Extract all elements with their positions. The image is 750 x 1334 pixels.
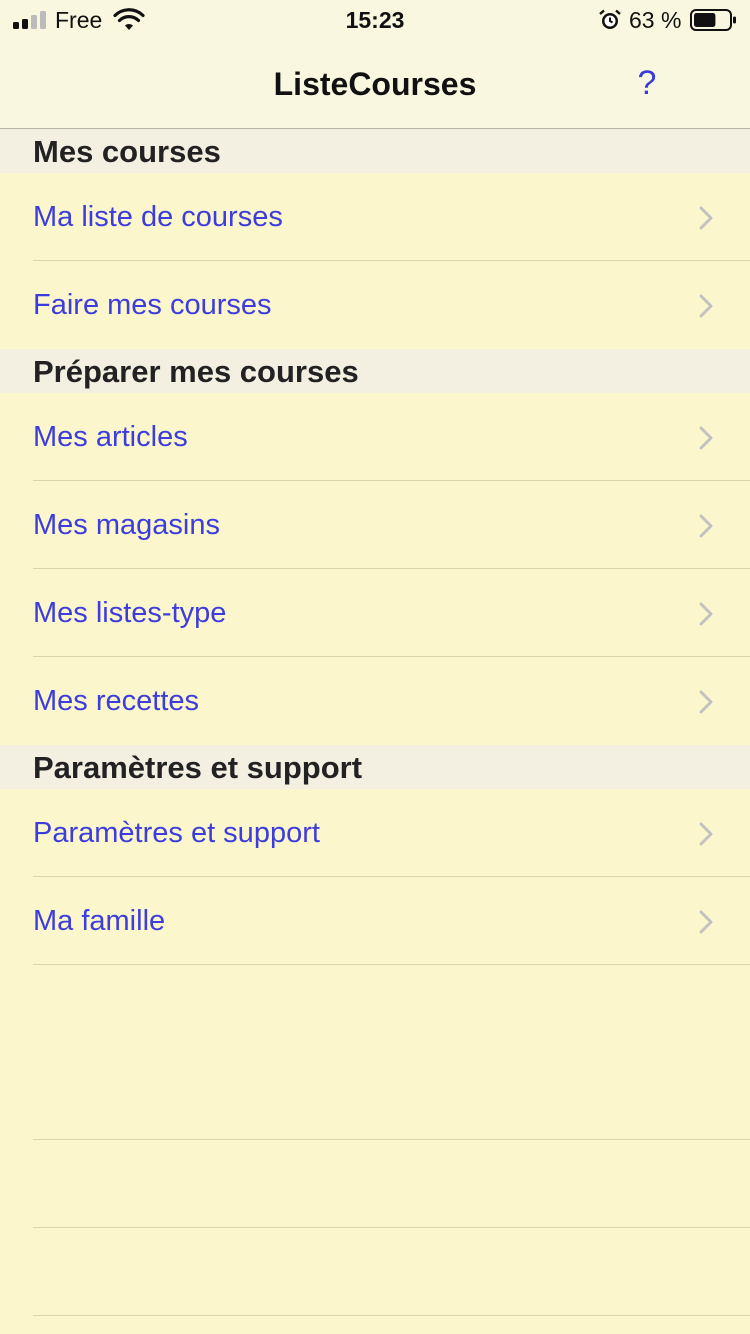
menu-item-label: Paramètres et support bbox=[33, 817, 320, 849]
section-header-preparer-mes-courses: Préparer mes courses bbox=[0, 349, 750, 393]
row-divider bbox=[33, 964, 750, 965]
menu-item-label: Mes articles bbox=[33, 421, 188, 453]
chevron-right-icon bbox=[699, 602, 713, 626]
menu-item-label: Ma liste de courses bbox=[33, 201, 283, 233]
menu-item-mes-magasins[interactable]: Mes magasins bbox=[0, 481, 750, 569]
chevron-right-icon bbox=[699, 822, 713, 846]
menu-item-ma-famille[interactable]: Ma famille bbox=[0, 877, 750, 965]
menu-item-parametres-et-support[interactable]: Paramètres et support bbox=[0, 789, 750, 877]
screen: Free 15:23 63 % ListeCourses ? Mes cours… bbox=[0, 0, 750, 1334]
menu-item-label: Faire mes courses bbox=[33, 289, 272, 321]
section-header-parametres-et-support: Paramètres et support bbox=[0, 745, 750, 789]
empty-row-divider bbox=[33, 1139, 750, 1140]
menu-item-faire-mes-courses[interactable]: Faire mes courses bbox=[0, 261, 750, 349]
battery-icon bbox=[690, 9, 736, 31]
menu-item-label: Mes magasins bbox=[33, 509, 220, 541]
top-bar: Free 15:23 63 % ListeCourses ? bbox=[0, 0, 750, 129]
menu-item-ma-liste-de-courses[interactable]: Ma liste de courses bbox=[0, 173, 750, 261]
menu-item-label: Mes listes-type bbox=[33, 597, 227, 629]
chevron-right-icon bbox=[699, 426, 713, 450]
menu-item-mes-listes-type[interactable]: Mes listes-type bbox=[0, 569, 750, 657]
status-bar: Free 15:23 63 % bbox=[0, 0, 750, 40]
section-header-mes-courses: Mes courses bbox=[0, 129, 750, 173]
menu-item-label: Mes recettes bbox=[33, 685, 199, 717]
chevron-right-icon bbox=[699, 910, 713, 934]
chevron-right-icon bbox=[699, 514, 713, 538]
alarm-icon bbox=[599, 9, 621, 29]
chevron-right-icon bbox=[699, 690, 713, 714]
chevron-right-icon bbox=[699, 294, 713, 318]
menu-item-mes-recettes[interactable]: Mes recettes bbox=[0, 657, 750, 745]
battery-percent: 63 % bbox=[629, 7, 682, 33]
chevron-right-icon bbox=[699, 206, 713, 230]
menu-item-mes-articles[interactable]: Mes articles bbox=[0, 393, 750, 481]
help-button[interactable]: ? bbox=[632, 64, 662, 103]
empty-row-divider bbox=[33, 1315, 750, 1316]
empty-row-divider bbox=[33, 1227, 750, 1228]
menu-item-label: Ma famille bbox=[33, 905, 166, 937]
